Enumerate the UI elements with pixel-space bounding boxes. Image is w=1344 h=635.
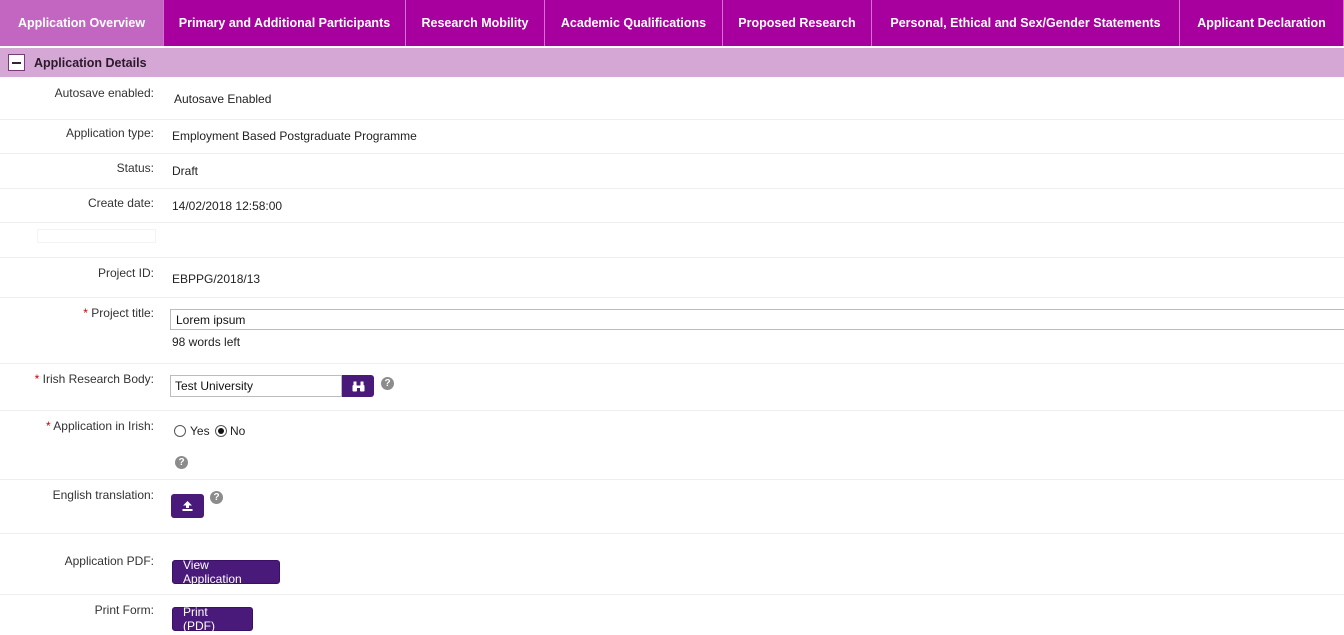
project-title-label: * Project title:	[83, 306, 154, 320]
create-date-label: Create date:	[87, 196, 154, 210]
radio-no[interactable]	[215, 425, 227, 437]
autosave-value: Autosave Enabled	[174, 92, 272, 106]
project-title-label-text: Project title:	[87, 306, 154, 320]
research-body-help-icon[interactable]: ?	[381, 377, 394, 390]
print-form-label: Print Form:	[94, 603, 154, 617]
application-in-irish-label-text: Application in Irish:	[50, 419, 154, 433]
application-in-irish-help-icon[interactable]: ?	[175, 456, 188, 469]
row-application-in-irish: * Application in Irish:	[0, 411, 1344, 480]
row-project-id: Project ID: EBPPG/2018/13	[0, 258, 1344, 298]
application-in-irish-label: * Application in Irish:	[46, 419, 154, 433]
binoculars-icon	[352, 381, 364, 391]
row-project-title: * Project title: 98 words left	[0, 298, 1344, 364]
research-body-label-text: Irish Research Body:	[39, 372, 154, 386]
project-title-input[interactable]	[170, 309, 1344, 330]
row-application-type: Application type: Employment Based Postg…	[0, 120, 1344, 154]
application-pdf-label: Application PDF:	[64, 554, 154, 568]
project-id-value: EBPPG/2018/13	[172, 272, 261, 286]
tab-research-mobility[interactable]: Research Mobility	[406, 0, 545, 46]
autosave-label: Autosave enabled:	[54, 86, 154, 100]
words-left-counter: 98 words left	[172, 335, 241, 349]
status-label: Status:	[116, 161, 154, 175]
radio-yes[interactable]	[174, 425, 186, 437]
tab-bar: Application Overview Primary and Additio…	[0, 0, 1344, 46]
collapse-minus-icon[interactable]	[8, 54, 25, 71]
row-create-date: Create date: 14/02/2018 12:58:00	[0, 189, 1344, 223]
blank-field	[37, 229, 156, 243]
research-body-input[interactable]	[170, 375, 342, 397]
radio-yes-label: Yes	[190, 424, 210, 438]
application-type-label: Application type:	[65, 126, 154, 140]
radio-no-label: No	[230, 424, 246, 438]
application-type-value: Employment Based Postgraduate Programme	[172, 129, 417, 143]
section-title: Application Details	[34, 55, 147, 70]
research-body-search-button[interactable]	[342, 375, 374, 397]
research-body-label: * Irish Research Body:	[35, 372, 154, 386]
create-date-value: 14/02/2018 12:58:00	[172, 199, 283, 213]
upload-icon	[182, 501, 193, 511]
row-status: Status: Draft	[0, 154, 1344, 189]
tab-application-overview[interactable]: Application Overview	[0, 0, 164, 46]
status-value: Draft	[172, 164, 199, 178]
tab-proposed-research[interactable]: Proposed Research	[723, 0, 872, 46]
upload-button[interactable]	[171, 494, 204, 518]
project-id-label: Project ID:	[97, 266, 154, 280]
row-autosave: Autosave enabled: Autosave Enabled	[0, 78, 1344, 120]
tab-academic-qualifications[interactable]: Academic Qualifications	[545, 0, 723, 46]
english-translation-label: English translation:	[52, 488, 154, 502]
english-translation-help-icon[interactable]: ?	[210, 491, 223, 504]
view-application-button[interactable]: View Application	[172, 558, 280, 586]
section-header: Application Details	[0, 48, 1344, 77]
row-blank	[0, 223, 1344, 258]
print-pdf-button[interactable]: Print (PDF)	[172, 605, 253, 633]
tab-primary-and-additional-participants[interactable]: Primary and Additional Participants	[164, 0, 406, 46]
tab-applicant-declaration[interactable]: Applicant Declaration	[1180, 0, 1344, 46]
tab-personal-ethical-statements[interactable]: Personal, Ethical and Sex/Gender Stateme…	[872, 0, 1180, 46]
